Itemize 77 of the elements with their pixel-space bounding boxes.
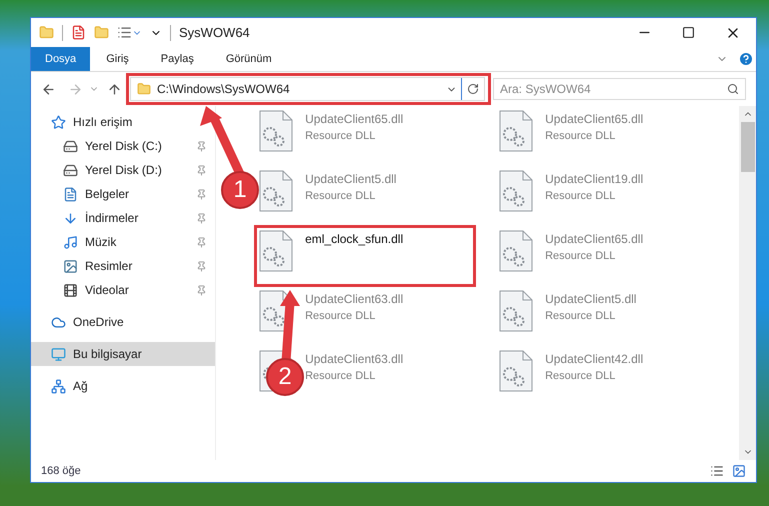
file-type: Resource DLL [545,249,616,264]
picture-icon [63,258,78,274]
file-name[interactable]: UpdateClient63.dll [305,290,404,308]
file-gears-icon [259,170,294,212]
file-name[interactable]: UpdateClient63.dll [305,350,404,368]
ribbon-tab[interactable]: Paylaş [146,47,208,71]
file-gears-icon [259,230,294,272]
file-name[interactable]: eml_clock_sfun.dll [305,230,404,248]
file-type: Resource DLL [545,189,616,204]
search-input[interactable]: Ara: SysWOW64 [500,80,727,98]
sidebar-item[interactable]: Hızlı erişim [31,110,216,134]
view-list-icon[interactable] [117,25,132,40]
file-gears-icon [499,110,534,152]
document-icon [63,186,78,202]
file-name[interactable]: UpdateClient65.dll [545,230,644,248]
file-name[interactable]: UpdateClient5.dll [545,290,636,308]
window-title: SysWOW64 [179,24,250,42]
ribbon-tab[interactable]: Görünüm [212,47,286,71]
refresh-icon[interactable] [467,83,479,95]
details-view-icon[interactable] [710,464,724,478]
pin-icon[interactable] [196,188,208,200]
file-gears-icon [499,290,534,332]
ribbon-tab[interactable]: Giriş [92,47,143,71]
help-icon[interactable] [738,51,754,67]
item-count: 168 öğe [41,464,81,479]
music-note-icon [63,234,78,250]
scroll-thumb[interactable] [740,122,755,172]
sidebar-item[interactable]: OneDrive [31,310,216,334]
pin-icon[interactable] [196,164,208,176]
file-name[interactable]: UpdateClient5.dll [305,170,396,188]
pin-icon[interactable] [196,140,208,152]
cloud-icon [51,314,66,330]
sidebar-item[interactable]: Yerel Disk (D:) [31,158,216,182]
folder-icon [137,82,151,96]
file-type: Resource DLL [305,129,376,144]
file-gears-icon [499,230,534,272]
sidebar-item[interactable]: Müzik [31,230,216,254]
maximize-button[interactable] [682,26,695,39]
sidebar-item[interactable]: Belgeler [31,182,216,206]
sidebar-item[interactable]: Yerel Disk (C:) [31,134,216,158]
file-gears-icon [499,350,534,392]
file-gears-icon [259,110,294,152]
scrollbar[interactable] [739,106,756,460]
file-type: Resource DLL [305,189,376,204]
pin-icon[interactable] [196,260,208,272]
monitor-icon [51,346,66,362]
search-icon[interactable] [727,83,739,95]
star-icon [51,114,66,130]
network-icon [51,378,66,394]
file-type: Resource DLL [545,369,616,384]
drive-icon [63,138,78,154]
film-icon [63,282,78,298]
search-field[interactable]: Ara: SysWOW64 [493,78,746,100]
properties-icon[interactable] [71,25,86,40]
file-type: Resource DLL [305,369,376,384]
sidebar-item[interactable]: Videolar [31,278,216,302]
pin-icon[interactable] [196,284,208,296]
drive-icon [63,162,78,178]
address-field[interactable]: C:\Windows\SysWOW64 [130,77,485,101]
sidebar-item[interactable]: Resimler [31,254,216,278]
large-icons-view-icon[interactable] [732,464,746,478]
file-gears-icon [499,170,534,212]
down-arrow-icon [63,210,78,226]
address-path: C:\Windows\SysWOW64 [157,81,291,98]
sidebar-item[interactable]: Ağ [31,374,216,398]
file-type: Resource DLL [545,129,616,144]
ribbon-tab[interactable]: Dosya [31,47,90,71]
pin-icon[interactable] [196,236,208,248]
file-type: Resource DLL [305,309,376,324]
file-name[interactable]: UpdateClient42.dll [545,350,644,368]
sidebar-item[interactable]: Bu bilgisayar [31,342,216,366]
file-type: Resource DLL [545,309,616,324]
pin-icon[interactable] [196,212,208,224]
file-name[interactable]: UpdateClient19.dll [545,170,644,188]
file-name[interactable]: UpdateClient65.dll [305,110,404,128]
file-name[interactable]: UpdateClient65.dll [545,110,644,128]
sidebar-item[interactable]: İndirmeler [31,206,216,230]
